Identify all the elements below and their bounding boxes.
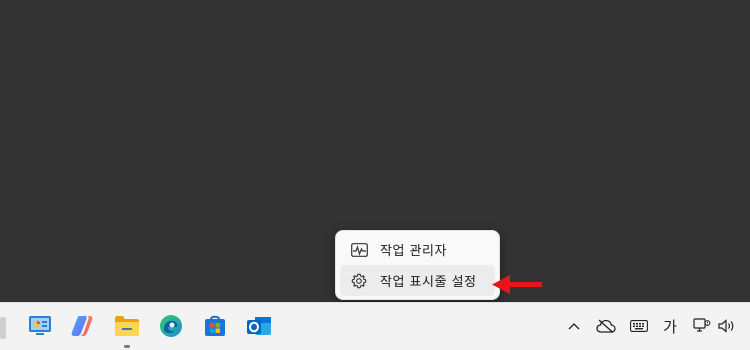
volume-icon[interactable]: [716, 315, 738, 337]
edge-icon[interactable]: [156, 311, 186, 341]
taskbar[interactable]: 가: [0, 302, 750, 350]
outlook-icon[interactable]: [244, 311, 274, 341]
ime-indicator[interactable]: 가: [660, 315, 680, 337]
microsoft-store-icon[interactable]: [200, 311, 230, 341]
menu-item-label: 작업 표시줄 설정: [380, 275, 477, 290]
file-explorer-icon[interactable]: [112, 311, 142, 341]
start-edge[interactable]: [0, 317, 6, 339]
menu-item-taskbar-settings[interactable]: 작업 표시줄 설정: [340, 265, 495, 296]
gear-icon: [350, 272, 368, 290]
menu-item-task-manager[interactable]: 작업 관리자: [340, 234, 495, 265]
keyboard-icon[interactable]: [629, 315, 649, 337]
control-panel-icon[interactable]: [25, 311, 55, 341]
network-icon[interactable]: [692, 315, 712, 337]
menu-item-label: 작업 관리자: [380, 244, 447, 259]
chevron-up-icon[interactable]: [566, 315, 582, 337]
task-manager-icon: [350, 241, 368, 259]
taskbar-context-menu: 작업 관리자 작업 표시줄 설정: [335, 230, 500, 300]
active-app-indicator: [124, 345, 130, 348]
copilot-icon[interactable]: [68, 311, 98, 341]
red-arrow-annotation: [492, 275, 542, 294]
onedrive-offline-icon[interactable]: [596, 315, 616, 337]
